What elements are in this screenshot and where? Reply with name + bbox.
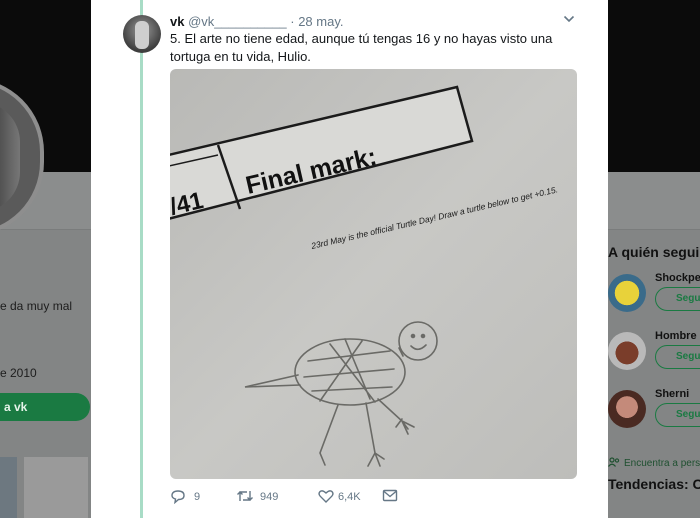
people-icon [608,457,620,467]
header-separator: · [290,14,295,29]
follow-button[interactable]: Segu [655,403,700,427]
retweet-icon [237,491,253,501]
find-people-link[interactable]: Encuentra a perso [608,457,700,469]
like-count: 6,4K [338,491,361,503]
tweet-header: vk @vk__________ · 28 may. [170,14,343,29]
like-action[interactable]: 6,4K [318,488,388,508]
like-icon [318,490,334,503]
direct-message-action[interactable] [382,488,402,508]
who-to-follow-sidebar: A quién segui Shockpe Segu Hombre Segu S… [608,230,700,518]
trends-title: Tendencias: C [608,476,700,492]
retweet-count: 949 [260,491,279,503]
who-to-follow-title: A quién segui [608,244,700,260]
suggestion-name[interactable]: Hombre [655,330,697,342]
tweet-text: 5. El arte no tiene edad, aunque tú teng… [170,31,553,64]
suggestion-avatar[interactable] [608,332,646,370]
suggestion-avatar[interactable] [608,274,646,312]
suggestion-avatar[interactable] [608,390,646,428]
chevron-down-icon[interactable] [563,14,575,24]
thread-line [140,0,143,518]
media-thumbnail[interactable] [0,457,17,518]
profile-message-button[interactable]: a vk [0,393,90,421]
suggestion-name[interactable]: Sherni [655,388,689,400]
tweet-modal: vk @vk__________ · 28 may. 5. El arte no… [91,0,608,518]
author-handle[interactable]: @vk__________ [188,14,287,29]
suggestion-item[interactable]: Sherni Segu [608,388,700,438]
message-icon [382,489,398,502]
tweet-actions: 9 949 6,4K [170,488,590,508]
suggestion-name[interactable]: Shockpe [655,272,700,284]
media-thumbnail[interactable] [24,457,88,518]
follow-button[interactable]: Segu [655,345,700,369]
tweet-date[interactable]: 28 may. [298,14,343,29]
suggestion-item[interactable]: Hombre Segu [608,330,700,380]
author-name[interactable]: vk [170,14,184,29]
reply-action[interactable]: 9 [170,488,220,508]
retweet-action[interactable]: 949 [236,488,306,508]
tweet-author-avatar[interactable] [123,15,161,53]
tweet-photo[interactable]: /41 Final mark: 23rd May is the official… [170,69,577,479]
reply-icon [171,490,185,504]
find-people-label[interactable]: Encuentra a perso [624,458,700,469]
profile-joined-date: e 2010 [0,366,37,380]
profile-bio: e da muy mal [0,299,73,313]
suggestion-item[interactable]: Shockpe Segu [608,272,700,322]
follow-button[interactable]: Segu [655,287,700,311]
reply-count: 9 [194,491,201,503]
